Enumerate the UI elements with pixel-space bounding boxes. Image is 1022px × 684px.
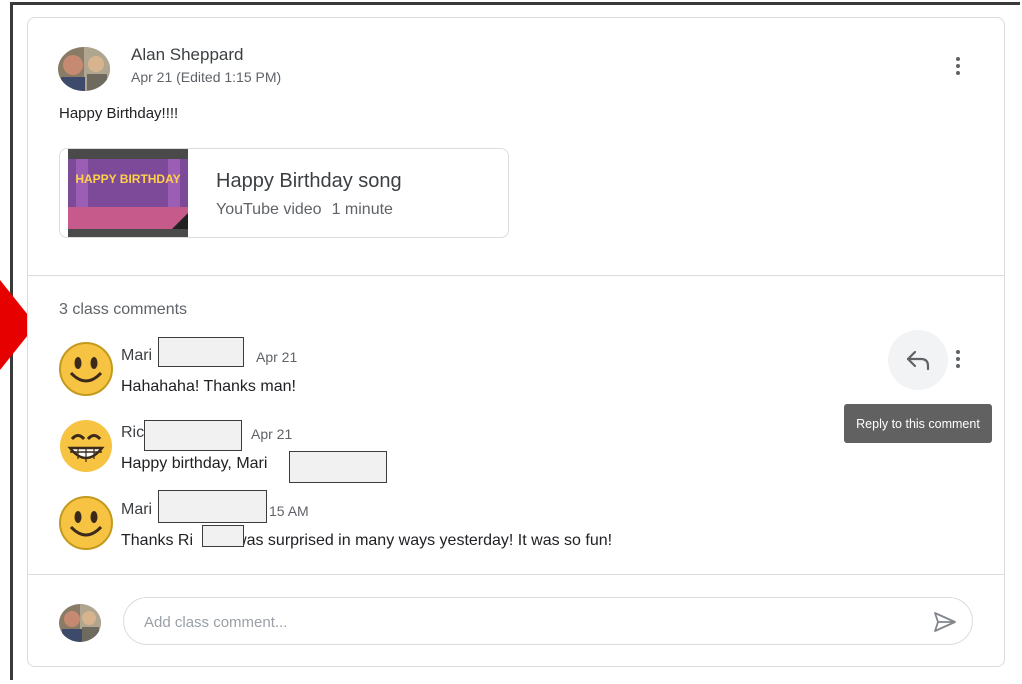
smiley-icon	[59, 342, 113, 396]
redaction-box	[202, 525, 244, 547]
comment-text-start: Thanks Ri	[121, 532, 194, 549]
reply-button[interactable]	[888, 330, 948, 390]
comment-text-end: was surprised in many ways yesterday! It…	[235, 532, 613, 549]
video-thumbnail: HAPPY BIRTHDAY	[68, 149, 188, 237]
avatar[interactable]	[58, 47, 110, 91]
post-text: Happy Birthday!!!!	[59, 105, 179, 122]
comment-author: Mari	[121, 347, 153, 364]
comment-date: Apr 21	[256, 349, 298, 365]
post-card: Alan Sheppard Apr 21 (Edited 1:15 PM) Ha…	[27, 17, 1005, 667]
attachment-duration: 1 minute	[331, 201, 393, 218]
post-author: Alan Sheppard	[131, 45, 244, 64]
comment-box	[123, 597, 973, 646]
attachment-type: YouTube video	[216, 201, 322, 218]
attachment-title: Happy Birthday song	[216, 170, 402, 192]
reply-arrow-icon	[906, 350, 930, 371]
redaction-box	[158, 490, 267, 523]
comment-text: Happy birthday, Mari	[121, 455, 268, 472]
smiley-icon	[59, 496, 113, 550]
youtube-attachment[interactable]: HAPPY BIRTHDAY Happy Birthday song YouTu…	[59, 148, 509, 238]
post-date: Apr 21 (Edited 1:15 PM)	[131, 69, 282, 85]
comment-text: Thanks Ri was surprised in many ways yest…	[121, 532, 612, 550]
attachment-meta: YouTube video 1 minute	[216, 201, 393, 219]
grin-icon	[60, 420, 112, 472]
comment-text: Hahahaha! Thanks man!	[121, 378, 296, 395]
redaction-box	[289, 451, 387, 483]
comment-more-options-icon[interactable]	[946, 347, 970, 371]
comment-date: Apr 21	[251, 426, 293, 442]
comments-count[interactable]: 3 class comments	[59, 301, 187, 319]
comment-date: 15 AM	[269, 503, 309, 519]
redaction-box	[144, 420, 242, 451]
comment-author: Ric	[121, 424, 145, 441]
redaction-box	[158, 337, 244, 367]
reply-tooltip: Reply to this comment	[844, 404, 992, 443]
post-more-options-icon[interactable]	[946, 54, 970, 78]
svg-text:HAPPY BIRTHDAY: HAPPY BIRTHDAY	[75, 172, 180, 186]
send-icon[interactable]	[932, 609, 958, 635]
comment-input[interactable]	[142, 598, 906, 646]
divider	[28, 574, 1004, 575]
divider	[28, 275, 1004, 276]
current-user-avatar	[59, 604, 101, 642]
comment-author: Mari	[121, 501, 153, 518]
